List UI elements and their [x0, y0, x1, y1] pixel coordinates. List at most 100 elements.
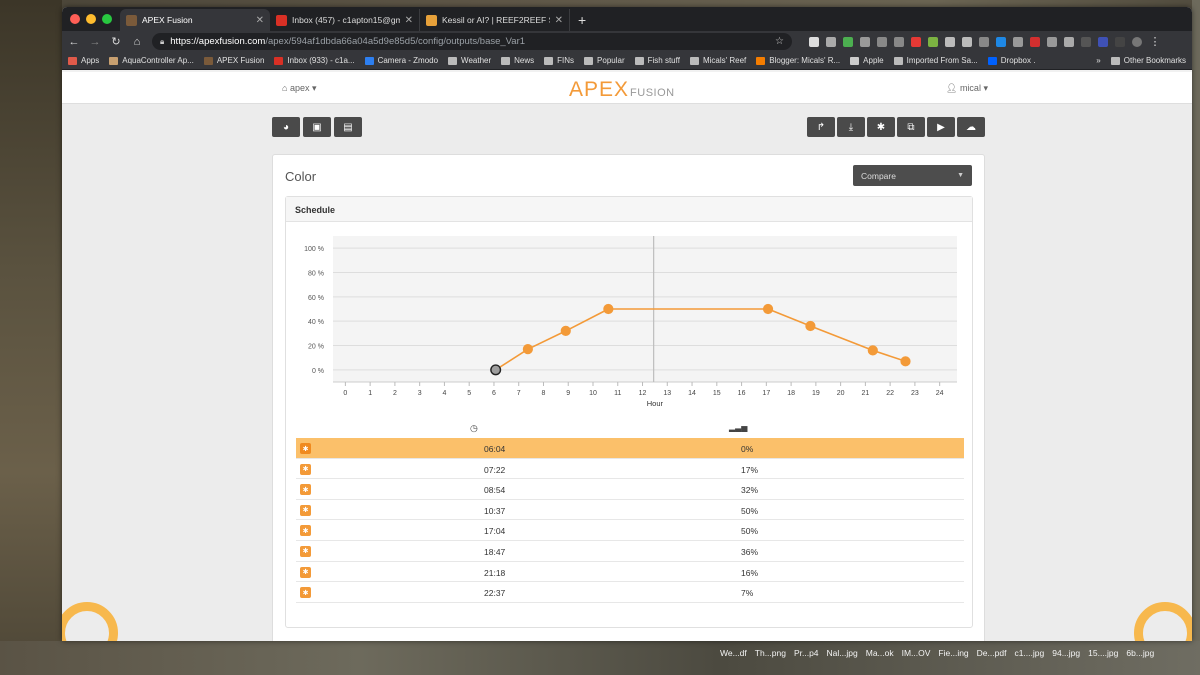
- bookmark-item[interactable]: Apple: [850, 56, 884, 65]
- back-icon[interactable]: ←: [68, 36, 80, 48]
- download-button[interactable]: ⤓: [837, 117, 865, 137]
- bookmark-item[interactable]: AquaController Ap...: [109, 56, 194, 65]
- data-point[interactable]: [867, 345, 878, 356]
- browser-tab[interactable]: Inbox (457) - c1apton15@gmai ✕: [270, 9, 420, 31]
- bookmark-item[interactable]: Micals' Reef: [689, 56, 746, 65]
- menu-kebab-icon[interactable]: ⋮: [1149, 35, 1161, 48]
- desktop-file[interactable]: We...df: [720, 648, 747, 658]
- copy-button[interactable]: ⧉: [897, 117, 925, 137]
- extension-icon[interactable]: [1047, 36, 1057, 47]
- extension-icon[interactable]: [996, 36, 1006, 47]
- bookmark-item[interactable]: Imported From Sa...: [893, 56, 978, 65]
- gear-icon[interactable]: ✱: [300, 525, 311, 537]
- desktop-file[interactable]: 6b...jpg: [1126, 648, 1154, 658]
- extension-icon[interactable]: [1030, 36, 1040, 47]
- extension-icon[interactable]: [1081, 36, 1091, 47]
- data-point[interactable]: [805, 320, 816, 332]
- settings-button[interactable]: ✱: [867, 117, 895, 137]
- apex-home-menu[interactable]: ⌂ apex ▾: [282, 83, 316, 94]
- table-row[interactable]: ✱ 18:47 36%: [296, 541, 964, 562]
- bookmark-item[interactable]: Blogger: Micals' R...: [756, 56, 840, 65]
- table-row[interactable]: ✱ 07:22 17%: [296, 459, 964, 480]
- extension-icon[interactable]: [860, 36, 870, 47]
- bookmark-item[interactable]: APEX Fusion: [203, 56, 264, 65]
- browser-tab[interactable]: APEX Fusion ✕: [120, 9, 270, 31]
- home-icon[interactable]: ⌂: [131, 36, 143, 48]
- share-button[interactable]: ↱: [807, 117, 835, 137]
- bookmark-item[interactable]: News: [501, 56, 534, 65]
- extension-icon[interactable]: [826, 36, 836, 47]
- list-button[interactable]: ▤: [334, 117, 362, 137]
- desktop-file[interactable]: Fie...ing: [938, 648, 968, 658]
- bookmark-star-icon[interactable]: ☆: [775, 36, 784, 47]
- dashboard-button[interactable]: ◕: [272, 117, 300, 137]
- address-bar[interactable]: 🔒︎ https://apexfusion.com/apex/594af1dbd…: [152, 33, 792, 50]
- upload-button[interactable]: ☁: [957, 117, 985, 137]
- bookmark-item[interactable]: Apps: [68, 56, 99, 65]
- extension-icon[interactable]: [945, 36, 955, 47]
- reload-icon[interactable]: ↻: [110, 35, 122, 48]
- extension-icon[interactable]: [894, 36, 904, 47]
- gear-icon[interactable]: ✱: [300, 484, 311, 496]
- desktop-file[interactable]: 94...jpg: [1052, 648, 1080, 658]
- extension-icon[interactable]: [928, 36, 938, 47]
- gear-icon[interactable]: ✱: [300, 566, 311, 578]
- bookmark-item[interactable]: FINs: [544, 56, 574, 65]
- desktop-file[interactable]: c1....jpg: [1014, 648, 1044, 658]
- bookmark-item[interactable]: Popular: [584, 56, 625, 65]
- gear-icon[interactable]: ✱: [300, 587, 311, 599]
- extension-icon[interactable]: [911, 36, 921, 47]
- tab-close-icon[interactable]: ✕: [555, 15, 563, 26]
- data-point[interactable]: [900, 356, 911, 367]
- extension-icon[interactable]: [962, 36, 972, 47]
- user-menu[interactable]: 👤︎ mical ▾: [946, 83, 988, 94]
- compare-dropdown[interactable]: Compare ▼: [853, 165, 972, 186]
- schedule-chart[interactable]: 0 %20 %40 %60 %80 %100 %0 1 2 3 4 5 6 7 8 9 10 11 12…: [286, 227, 972, 417]
- desktop-file[interactable]: 15....jpg: [1088, 648, 1118, 658]
- data-point[interactable]: [560, 325, 571, 337]
- bookmarks-more-button[interactable]: »: [1096, 56, 1100, 65]
- table-row[interactable]: ✱ 06:04 0%: [296, 438, 964, 459]
- table-row[interactable]: ✱ 21:18 16%: [296, 562, 964, 583]
- desktop-file[interactable]: IM...OV: [902, 648, 931, 658]
- extension-icon[interactable]: [1013, 36, 1023, 47]
- data-point[interactable]: [522, 344, 533, 355]
- tab-close-icon[interactable]: ✕: [405, 15, 413, 26]
- play-button[interactable]: ▶: [927, 117, 955, 137]
- data-point[interactable]: [490, 364, 502, 376]
- extension-icon[interactable]: [1098, 36, 1108, 47]
- close-window-button[interactable]: [70, 14, 80, 24]
- minimize-window-button[interactable]: [86, 14, 96, 24]
- gear-icon[interactable]: ✱: [300, 443, 311, 454]
- gear-icon[interactable]: ✱: [300, 545, 311, 557]
- table-row[interactable]: ✱ 22:37 7%: [296, 582, 964, 603]
- maximize-window-button[interactable]: [102, 14, 112, 24]
- extension-icon[interactable]: [877, 36, 887, 47]
- extension-icon[interactable]: [1064, 36, 1074, 47]
- profile-avatar-icon[interactable]: [1132, 36, 1142, 47]
- data-point[interactable]: [762, 303, 774, 315]
- table-row[interactable]: ✱ 17:04 50%: [296, 520, 964, 541]
- tab-close-icon[interactable]: ✕: [256, 15, 264, 26]
- forward-icon[interactable]: →: [89, 36, 101, 48]
- device-button[interactable]: ▣: [303, 117, 331, 137]
- new-tab-button[interactable]: +: [570, 9, 594, 31]
- extension-icon[interactable]: [843, 36, 853, 47]
- apex-fusion-logo[interactable]: APEX FUSION: [569, 78, 675, 102]
- desktop-file[interactable]: De...pdf: [977, 648, 1007, 658]
- table-row[interactable]: ✱ 08:54 32%: [296, 479, 964, 500]
- table-row[interactable]: ✱ 10:37 50%: [296, 500, 964, 521]
- desktop-file[interactable]: Ma...ok: [866, 648, 894, 658]
- browser-tab[interactable]: Kessil or AI? | REEF2REEF Salt ✕: [420, 9, 570, 31]
- bookmark-item[interactable]: Weather: [448, 56, 491, 65]
- bookmark-item[interactable]: Camera - Zmodo: [364, 56, 438, 65]
- desktop-file[interactable]: Th...png: [755, 648, 786, 658]
- desktop-file[interactable]: Pr...p4: [794, 648, 819, 658]
- other-bookmarks-button[interactable]: Other Bookmarks: [1110, 56, 1186, 65]
- bookmark-item[interactable]: Dropbox .: [987, 56, 1035, 65]
- bookmark-item[interactable]: Inbox (933) - c1a...: [274, 56, 355, 65]
- gear-icon[interactable]: ✱: [300, 504, 311, 516]
- data-point[interactable]: [603, 303, 614, 315]
- extension-icon[interactable]: [1115, 36, 1125, 47]
- extension-icon[interactable]: [979, 36, 989, 47]
